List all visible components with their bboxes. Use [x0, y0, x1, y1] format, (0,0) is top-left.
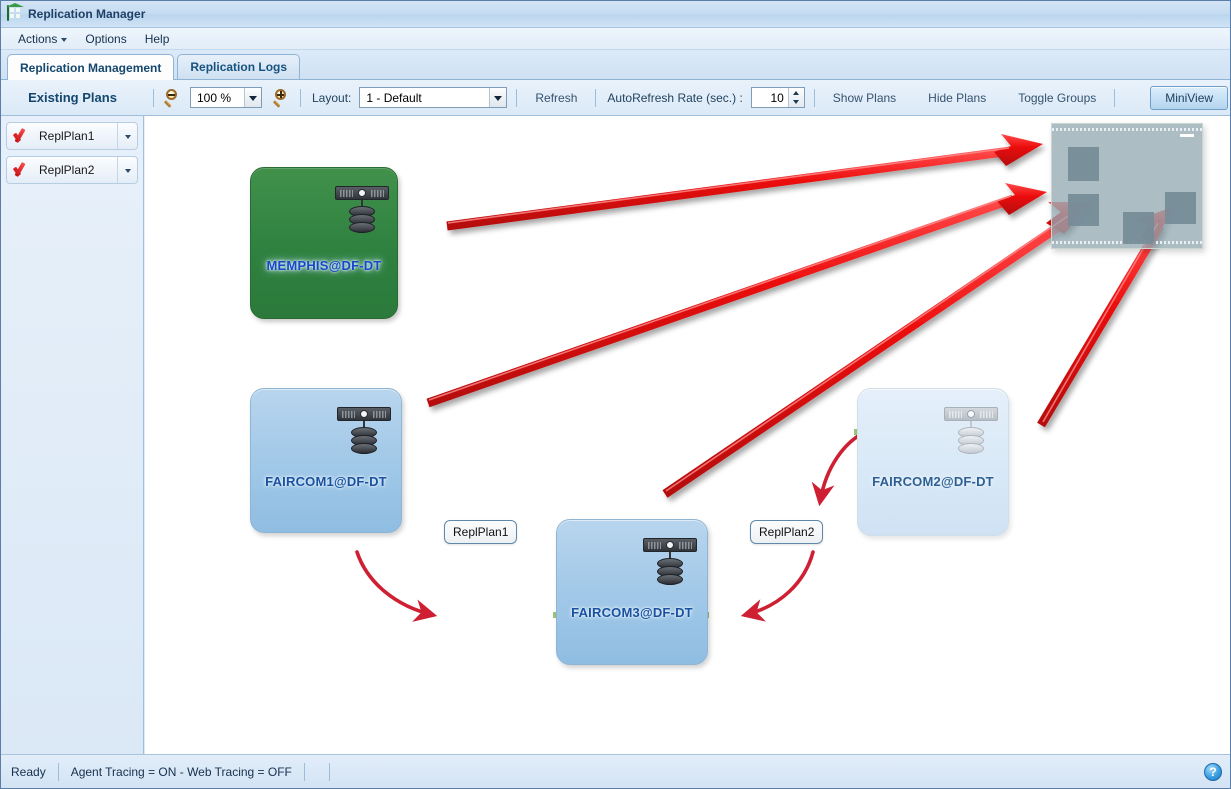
node-faircom1-label: FAIRCOM1@DF-DT	[265, 474, 387, 489]
server-database-icon	[944, 407, 998, 457]
chevron-down-icon	[61, 37, 68, 42]
chevron-down-icon[interactable]	[489, 88, 507, 107]
plan-chip-replplan2[interactable]: ReplPlan2	[750, 520, 824, 544]
layout-label: Layout:	[312, 90, 352, 105]
layout-select[interactable]: 1 - Default	[359, 87, 508, 108]
status-ready-text: Ready	[11, 764, 46, 779]
window-title: Replication Manager	[28, 7, 146, 21]
menu-item-actions[interactable]: Actions	[9, 30, 76, 48]
tab-replication-logs[interactable]: Replication Logs	[177, 54, 301, 79]
menu-item-options-label: Options	[85, 31, 127, 46]
server-database-icon	[337, 407, 391, 457]
node-memphis[interactable]: MEMPHIS@DF-DT	[250, 167, 398, 319]
miniview-toggle-button[interactable]: MiniView	[1150, 85, 1229, 110]
existing-plans-title: Existing Plans	[28, 90, 117, 105]
red-check-icon	[13, 162, 35, 178]
chevron-down-icon[interactable]	[117, 157, 137, 183]
plan-chip-replplan1-label: ReplPlan1	[453, 525, 509, 539]
menu-item-options[interactable]: Options	[76, 30, 135, 48]
stepper-down-button[interactable]	[789, 98, 804, 108]
status-bar: Ready Agent Tracing = ON - Web Tracing =…	[1, 754, 1230, 788]
menu-item-help[interactable]: Help	[136, 30, 179, 48]
toolbar-separator	[595, 88, 597, 107]
sidebar-item-replplan2-label: ReplPlan2	[39, 163, 95, 177]
miniview-panel[interactable]	[1051, 123, 1203, 249]
chevron-down-icon[interactable]	[244, 88, 261, 107]
status-separator	[328, 762, 330, 781]
tab-strip: Replication Management Replication Logs	[1, 50, 1230, 80]
autorefresh-rate-value: 10	[770, 90, 784, 105]
node-faircom3[interactable]: FAIRCOM3@DF-DT	[556, 519, 708, 665]
status-separator	[303, 762, 305, 781]
miniview-scroll-indicator	[1180, 134, 1194, 137]
toggle-groups-button[interactable]: Toggle Groups	[1009, 88, 1105, 108]
node-faircom1[interactable]: FAIRCOM1@DF-DT	[250, 388, 402, 533]
replication-diagram-canvas[interactable]: MEMPHIS@DF-DT FAIRCOM1@DF-DT FAIRCOM3@DF…	[145, 116, 1230, 754]
node-faircom3-label: FAIRCOM3@DF-DT	[571, 605, 693, 620]
miniview-top-edge	[1052, 128, 1202, 131]
app-logo-icon	[7, 5, 23, 22]
existing-plans-sidebar: ReplPlan1 ReplPlan2	[1, 116, 144, 754]
menu-bar: Actions Options Help	[1, 28, 1230, 50]
show-plans-button[interactable]: Show Plans	[824, 88, 905, 108]
sidebar-item-replplan2[interactable]: ReplPlan2	[6, 156, 138, 184]
magnifier-minus-icon[interactable]	[163, 88, 182, 108]
status-tracing-text: Agent Tracing = ON - Web Tracing = OFF	[70, 764, 292, 779]
red-check-icon	[13, 128, 35, 144]
toolbar-separator	[516, 88, 518, 107]
status-separator	[57, 762, 59, 781]
toolbar-separator	[813, 88, 815, 107]
help-question-icon[interactable]: ?	[1204, 762, 1222, 781]
node-faircom2[interactable]: FAIRCOM2@DF-DT	[857, 388, 1009, 536]
miniview-node	[1068, 194, 1099, 226]
menu-item-actions-label: Actions	[18, 31, 58, 46]
toolbar: Existing Plans 100 % Layout: 1 - Default…	[1, 80, 1230, 116]
node-faircom2-label: FAIRCOM2@DF-DT	[872, 474, 994, 489]
sidebar-item-replplan1-label: ReplPlan1	[39, 129, 95, 143]
toolbar-separator	[300, 88, 301, 107]
plan-chip-replplan1[interactable]: ReplPlan1	[444, 520, 518, 544]
magnifier-plus-icon[interactable]	[272, 88, 291, 108]
chevron-down-icon[interactable]	[117, 123, 137, 149]
zoom-level-select[interactable]: 100 %	[190, 87, 262, 108]
hide-plans-button[interactable]: Hide Plans	[919, 88, 995, 108]
replication-manager-window: Replication Manager Actions Options Help…	[0, 0, 1231, 789]
server-database-icon	[643, 538, 697, 588]
title-bar: Replication Manager	[1, 1, 1230, 28]
autorefresh-rate-stepper[interactable]: 10	[750, 87, 805, 108]
tab-replication-management[interactable]: Replication Management	[7, 54, 175, 80]
plan-chip-replplan2-label: ReplPlan2	[759, 525, 815, 539]
miniview-node	[1068, 147, 1099, 181]
stepper-up-button[interactable]	[789, 88, 804, 98]
tab-replication-logs-label: Replication Logs	[190, 60, 288, 74]
zoom-level-value: 100 %	[197, 90, 232, 105]
menu-item-help-label: Help	[144, 31, 170, 46]
tab-replication-management-label: Replication Management	[20, 60, 162, 75]
autorefresh-rate-label: AutoRefresh Rate (sec.) :	[607, 90, 743, 105]
refresh-button[interactable]: Refresh	[526, 88, 586, 108]
toolbar-separator	[1114, 88, 1116, 107]
server-database-icon	[335, 186, 389, 236]
layout-value: 1 - Default	[366, 90, 422, 105]
toolbar-separator	[153, 88, 154, 107]
miniview-node	[1165, 192, 1196, 224]
sidebar-item-replplan1[interactable]: ReplPlan1	[6, 122, 138, 150]
miniview-node	[1123, 212, 1154, 244]
node-memphis-label: MEMPHIS@DF-DT	[266, 258, 382, 273]
